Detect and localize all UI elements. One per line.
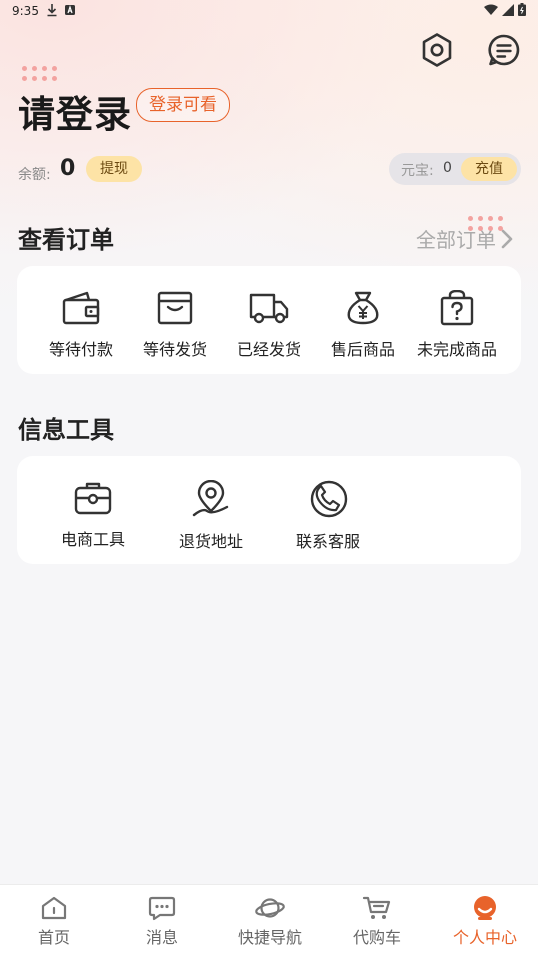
wallet-icon [62,291,100,325]
withdraw-button[interactable]: 提现 [86,156,142,182]
tab-label: 代购车 [352,928,401,947]
tab-user-center[interactable]: 个人中心 [435,895,535,948]
box-icon [157,291,193,325]
question-bag-icon [440,290,474,326]
login-tag-button[interactable]: 登录可看 [136,88,230,122]
tool-item-return-address[interactable]: 退货地址 [164,480,258,552]
status-time: 9:35 [12,4,39,18]
settings-button[interactable] [419,32,455,68]
tools-card: 电商工具 退货地址 联系客服 [17,456,521,564]
bottom-tab-bar: 首页 消息 快捷导航 代购车 个人中心 [0,884,538,957]
coin-box: 元宝: 0 充值 [389,153,521,185]
tool-item-label: 电商工具 [60,530,125,549]
chat-icon [148,896,176,921]
order-item-unfinished[interactable]: 未完成商品 [410,290,504,360]
decor-dots-orders [468,216,503,231]
tab-messages[interactable]: 消息 [112,895,212,948]
truck-icon [249,293,289,324]
location-pin-icon [192,480,229,517]
tab-label: 快捷导航 [237,928,302,947]
notification-a-icon [65,5,75,15]
planet-icon [255,898,285,918]
battery-icon [518,3,526,16]
order-item-shipped[interactable]: 已经发货 [222,290,316,360]
phone-icon [310,480,348,518]
order-item-pending-payment[interactable]: 等待付款 [34,290,128,360]
orders-card: 等待付款 等待发货 已经发货 售后商品 未完成商品 [17,266,521,374]
tools-section-title: 信息工具 [18,416,114,444]
tab-label: 个人中心 [452,928,517,947]
tab-quick-nav[interactable]: 快捷导航 [220,895,320,948]
coin-value: 0 [443,160,452,176]
tool-item-label: 退货地址 [178,532,243,551]
user-center-icon [474,896,496,920]
orders-section-title: 查看订单 [18,226,114,254]
settings-hex-icon [422,33,452,67]
order-item-pending-shipment[interactable]: 等待发货 [128,290,222,360]
page-title[interactable]: 请登录 [18,84,132,138]
balance-label: 余额: [18,167,51,183]
messages-button[interactable] [486,32,522,68]
tab-cart[interactable]: 代购车 [327,895,427,948]
wifi-icon [484,4,498,15]
status-bar: 9:35 [0,0,538,24]
coin-label: 元宝: [401,163,434,179]
tab-home[interactable]: 首页 [4,895,104,948]
download-icon [47,4,57,17]
tool-item-label: 联系客服 [295,532,360,551]
order-item-label: 售后商品 [330,340,395,359]
order-item-after-sales[interactable]: 售后商品 [316,290,410,360]
cart-icon [362,896,391,919]
order-item-label: 未完成商品 [416,340,497,359]
tool-item-ecommerce[interactable]: 电商工具 [46,480,140,550]
order-item-label: 等待发货 [142,340,207,359]
home-icon [41,896,67,920]
order-item-label: 等待付款 [48,340,113,359]
tab-label: 消息 [145,928,178,947]
signal-icon [502,3,514,16]
tab-label: 首页 [37,928,70,947]
money-bag-icon [347,291,379,325]
briefcase-icon [74,482,112,515]
recharge-button[interactable]: 充值 [461,157,517,181]
decor-dots [22,66,57,81]
balance-value: 0 [60,156,76,181]
tool-item-customer-service[interactable]: 联系客服 [281,480,375,552]
message-lines-icon [488,34,520,66]
order-item-label: 已经发货 [236,340,301,359]
